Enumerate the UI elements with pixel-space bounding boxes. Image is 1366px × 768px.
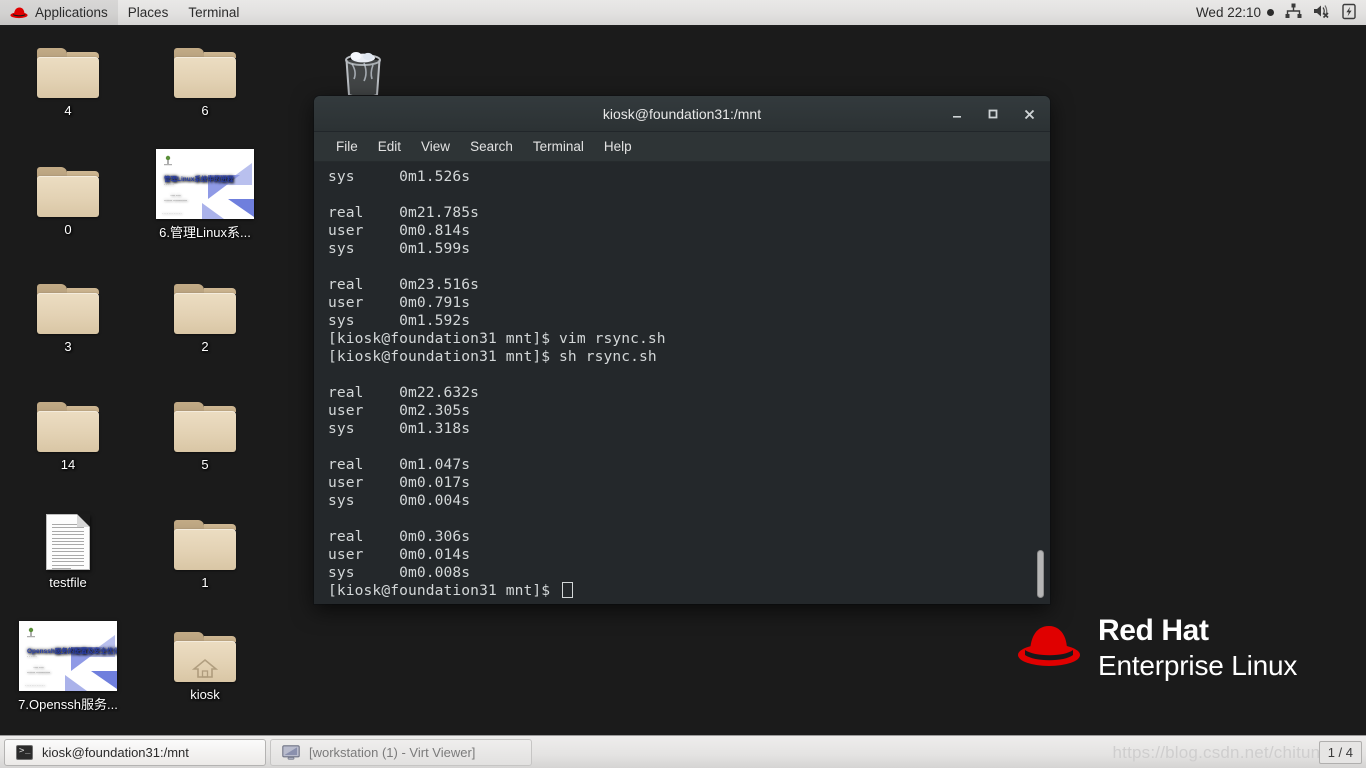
taskbar-item-virt-viewer[interactable]: [workstation (1) - Virt Viewer] (270, 738, 532, 766)
desktop-icon-folder-2[interactable]: 2 (149, 272, 261, 354)
desktop-screen: Applications Places Terminal Wed 22:10 4… (0, 0, 1366, 768)
desktop-icon-presentation-linux[interactable]: 管理Linux系统中的进程 - - - - - ---- ---- -------… (149, 148, 261, 240)
terminal-output: sys 0m1.526s real 0m21.785s user 0m0.814… (328, 168, 1050, 600)
folder-icon (149, 36, 261, 98)
house-icon (192, 658, 218, 678)
volume-muted-icon[interactable] (1313, 3, 1331, 22)
desktop-icon-kiosk-home[interactable]: kiosk (149, 620, 261, 702)
desktop-icon-label: 6.管理Linux系... (159, 225, 251, 240)
folder-icon (149, 272, 261, 334)
network-icon[interactable] (1285, 3, 1302, 22)
ppt-title: Openssh服务的配置及安全优化 (27, 648, 117, 655)
terminal-prompt: [kiosk@foundation31 mnt]$ (328, 582, 560, 599)
terminal-scrollbar-thumb[interactable] (1037, 550, 1044, 598)
taskbar-item-terminal[interactable]: kiosk@foundation31:/mnt (4, 738, 266, 766)
taskbar-item-label: [workstation (1) - Virt Viewer] (309, 744, 476, 760)
menu-view[interactable]: View (411, 136, 460, 157)
taskbar-item-label: kiosk@foundation31:/mnt (42, 744, 189, 760)
desktop-icon-trash[interactable] (318, 38, 408, 100)
battery-charging-icon[interactable] (1342, 3, 1356, 23)
places-menu[interactable]: Places (118, 0, 179, 25)
desktop-icon-folder-4[interactable]: 4 (12, 36, 124, 118)
terminal-cursor (562, 582, 574, 598)
desktop-icon-folder-3[interactable]: 3 (12, 272, 124, 354)
rhel-branding: Red Hat Enterprise Linux (1016, 616, 1297, 680)
document-icon (12, 508, 124, 570)
desktop-icon-testfile[interactable]: testfile (12, 508, 124, 590)
desktop-icon-label: testfile (49, 575, 87, 590)
desktop-icon-folder-14[interactable]: 14 (12, 390, 124, 472)
clock-label: Wed 22:10 (1195, 5, 1261, 20)
folder-icon (12, 36, 124, 98)
menu-terminal[interactable]: Terminal (523, 136, 594, 157)
desktop-icon-presentation-openssh[interactable]: Openssh服务的配置及安全优化 - - - - - ---- ---- ---… (12, 620, 124, 712)
places-menu-label: Places (127, 5, 169, 20)
menu-edit[interactable]: Edit (368, 136, 411, 157)
terminal-title-label: kiosk@foundation31:/mnt (602, 105, 762, 122)
ppt-logo-icon (27, 627, 35, 638)
watermark-text: https://blog.csdn.net/chitung (1112, 743, 1330, 762)
maximize-button[interactable] (982, 103, 1004, 125)
terminal-titlebar[interactable]: kiosk@foundation31:/mnt (314, 96, 1050, 132)
applications-menu-label: Applications (35, 5, 108, 20)
close-button[interactable] (1018, 103, 1040, 125)
desktop-icon-label: 6 (201, 103, 209, 118)
menu-help[interactable]: Help (594, 136, 642, 157)
presentation-icon: Openssh服务的配置及安全优化 - - - - - ---- ---- ---… (12, 620, 124, 692)
desktop-icon-label: 2 (201, 339, 209, 354)
system-tray: Wed 22:10 (1196, 3, 1366, 23)
desktop-icon-label: 7.Openssh服务... (18, 697, 118, 712)
notification-dot-icon (1267, 9, 1274, 16)
presentation-icon: 管理Linux系统中的进程 - - - - - ---- ---- -------… (149, 148, 261, 220)
folder-icon (12, 155, 124, 217)
redhat-logo-icon (10, 6, 28, 19)
desktop-icon-label: 1 (201, 575, 209, 590)
minimize-button[interactable] (946, 103, 968, 125)
folder-icon (149, 390, 261, 452)
desktop-icon-label: kiosk (190, 687, 220, 702)
bottom-panel: kiosk@foundation31:/mnt [workstation (1)… (0, 735, 1366, 768)
menu-search[interactable]: Search (460, 136, 523, 157)
terminal-icon (16, 744, 33, 760)
terminal-scrollbar[interactable] (1036, 164, 1046, 602)
folder-icon (149, 508, 261, 570)
terminal-menu-label: Terminal (188, 5, 240, 20)
desktop-icon-folder-5[interactable]: 5 (149, 390, 261, 472)
desktop-icon-label: 0 (64, 222, 72, 237)
terminal-scrollback: sys 0m1.526s real 0m21.785s user 0m0.814… (328, 168, 666, 581)
ppt-logo-icon (164, 155, 172, 166)
top-panel: Applications Places Terminal Wed 22:10 (0, 0, 1366, 27)
rhel-line1: Red Hat (1098, 614, 1209, 647)
ppt-title: 管理Linux系统中的进程 (164, 176, 234, 183)
desktop-icon-label: 4 (64, 103, 72, 118)
window-controls (946, 96, 1040, 132)
terminal-body[interactable]: sys 0m1.526s real 0m21.785s user 0m0.814… (314, 162, 1050, 604)
folder-icon (12, 390, 124, 452)
desktop-icon-label: 3 (64, 339, 72, 354)
workspace-switcher[interactable]: 1 / 4 (1318, 740, 1362, 764)
rhel-text: Red Hat Enterprise Linux (1098, 616, 1297, 680)
redhat-fedora-icon (1016, 622, 1082, 675)
folder-icon (12, 272, 124, 334)
rhel-line2: Enterprise Linux (1098, 650, 1298, 681)
home-folder-icon (149, 620, 261, 682)
desktop-icon-folder-1[interactable]: 1 (149, 508, 261, 590)
desktop-icon-label: 14 (60, 457, 76, 472)
menu-file[interactable]: File (326, 136, 368, 157)
terminal-menu[interactable]: Terminal (178, 0, 249, 25)
desktop-icon-folder-6[interactable]: 6 (149, 36, 261, 118)
desktop-icon-label: 5 (201, 457, 209, 472)
applications-menu[interactable]: Applications (0, 0, 118, 25)
desktop-icon-folder-0[interactable]: 0 (12, 155, 124, 237)
monitor-icon (282, 744, 300, 760)
trash-can-icon (318, 38, 408, 100)
clock-button[interactable]: Wed 22:10 (1196, 5, 1274, 20)
terminal-menubar: File Edit View Search Terminal Help (314, 132, 1050, 162)
terminal-window[interactable]: kiosk@foundation31:/mnt File Edit View S… (314, 96, 1050, 604)
